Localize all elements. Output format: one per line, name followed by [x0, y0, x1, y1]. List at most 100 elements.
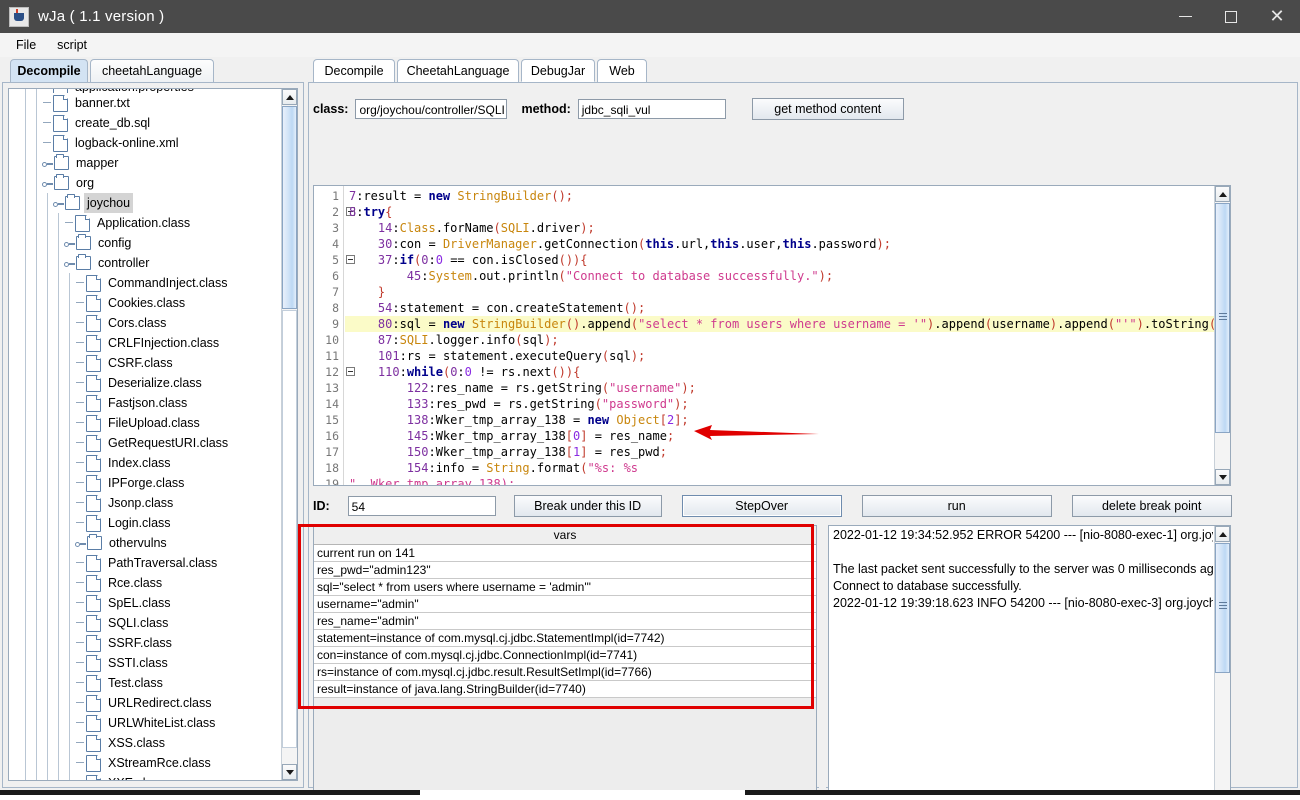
- maximize-button[interactable]: [1208, 0, 1254, 33]
- vars-row[interactable]: res_pwd="admin123": [314, 562, 816, 579]
- log-scroll-thumb[interactable]: [1215, 543, 1230, 673]
- run-button[interactable]: run: [862, 495, 1052, 517]
- vars-row[interactable]: username="admin": [314, 596, 816, 613]
- tree-node[interactable]: controller: [9, 253, 281, 273]
- tree-node[interactable]: SSRF.class: [9, 633, 281, 653]
- tab-decompile-left[interactable]: Decompile: [10, 59, 88, 82]
- file-tree[interactable]: application.propertiesbanner.txtcreate_d…: [8, 88, 298, 781]
- tree-node[interactable]: Cors.class: [9, 313, 281, 333]
- code-editor[interactable]: 12345678910111213141516171819 7:result =…: [313, 185, 1231, 486]
- tree-node[interactable]: mapper: [9, 153, 281, 173]
- log-scroll-up-icon[interactable]: [1215, 526, 1230, 542]
- menu-item-script[interactable]: script: [48, 36, 96, 54]
- tree-indent: [20, 713, 31, 733]
- log-panel[interactable]: 2022-01-12 19:34:52.952 ERROR 54200 --- …: [828, 525, 1231, 800]
- tree-expand-icon[interactable]: [64, 258, 75, 269]
- tree-node[interactable]: SpEL.class: [9, 593, 281, 613]
- tree-node[interactable]: CSRF.class: [9, 353, 281, 373]
- tree-node[interactable]: Rce.class: [9, 573, 281, 593]
- tree-node[interactable]: banner.txt: [9, 93, 281, 113]
- tree-indent: [20, 473, 31, 493]
- vars-row[interactable]: statement=instance of com.mysql.cj.jdbc.…: [314, 630, 816, 647]
- tab-cheetahlanguage-left[interactable]: cheetahLanguage: [90, 59, 214, 82]
- scroll-up-icon[interactable]: [282, 89, 297, 105]
- tree-node[interactable]: CRLFInjection.class: [9, 333, 281, 353]
- tree-node[interactable]: create_db.sql: [9, 113, 281, 133]
- tree-node[interactable]: XStreamRce.class: [9, 753, 281, 773]
- code-scroll-down-icon[interactable]: [1215, 469, 1230, 485]
- vars-row[interactable]: con=instance of com.mysql.cj.jdbc.Connec…: [314, 647, 816, 664]
- tree-expand-icon[interactable]: [75, 538, 86, 549]
- tree-node[interactable]: CommandInject.class: [9, 273, 281, 293]
- tree-node[interactable]: Fastjson.class: [9, 393, 281, 413]
- vars-panel[interactable]: vars current run on 141res_pwd="admin123…: [313, 525, 817, 800]
- vertical-splitter[interactable]: [819, 520, 826, 800]
- tab-debugjar[interactable]: DebugJar: [521, 59, 595, 82]
- code-vertical-scrollbar[interactable]: [1214, 186, 1230, 485]
- tree-node[interactable]: Test.class: [9, 673, 281, 693]
- tree-node[interactable]: Deserialize.class: [9, 373, 281, 393]
- file-tree-scrollbar[interactable]: [281, 89, 297, 780]
- scroll-down-icon[interactable]: [282, 764, 297, 780]
- vars-row[interactable]: sql="select * from users where username …: [314, 579, 816, 596]
- vars-list[interactable]: current run on 141res_pwd="admin123"sql=…: [314, 545, 816, 698]
- tree-node[interactable]: URLWhiteList.class: [9, 713, 281, 733]
- tab-cheetahlanguage-right[interactable]: CheetahLanguage: [397, 59, 519, 82]
- tree-node[interactable]: PathTraversal.class: [9, 553, 281, 573]
- close-button[interactable]: ✕: [1254, 0, 1300, 33]
- tab-decompile-right[interactable]: Decompile: [313, 59, 395, 82]
- tree-node[interactable]: Cookies.class: [9, 293, 281, 313]
- tree-expand-icon[interactable]: [42, 158, 53, 169]
- code-scroll-up-icon[interactable]: [1215, 186, 1230, 202]
- file-tree-scroll-thumb[interactable]: [282, 106, 297, 309]
- stepover-button[interactable]: StepOver: [682, 495, 842, 517]
- tree-node[interactable]: Login.class: [9, 513, 281, 533]
- tree-node[interactable]: GetRequestURI.class: [9, 433, 281, 453]
- file-icon: [86, 615, 101, 632]
- tree-node[interactable]: FileUpload.class: [9, 413, 281, 433]
- tree-expand-icon[interactable]: [64, 238, 75, 249]
- tree-indent: [9, 533, 20, 553]
- tree-node[interactable]: org: [9, 173, 281, 193]
- tree-indent: [53, 433, 64, 453]
- tree-branch-line: [75, 653, 86, 673]
- tree-node[interactable]: IPForge.class: [9, 473, 281, 493]
- code-scroll-thumb[interactable]: [1215, 203, 1230, 433]
- tree-node[interactable]: SSTI.class: [9, 653, 281, 673]
- tree-node[interactable]: URLRedirect.class: [9, 693, 281, 713]
- tree-node[interactable]: joychou: [9, 193, 281, 213]
- tree-indent: [31, 133, 42, 153]
- tree-node[interactable]: XXE.class: [9, 773, 281, 780]
- vars-row[interactable]: res_name="admin": [314, 613, 816, 630]
- tree-node[interactable]: logback-online.xml: [9, 133, 281, 153]
- tree-node[interactable]: SQLI.class: [9, 613, 281, 633]
- delete-break-point-button[interactable]: delete break point: [1072, 495, 1232, 517]
- tree-node[interactable]: othervulns: [9, 533, 281, 553]
- method-input[interactable]: jdbc_sqli_vul: [578, 99, 726, 119]
- file-tree-scroll-track-lower[interactable]: [282, 310, 297, 748]
- vars-row[interactable]: current run on 141: [314, 545, 816, 562]
- id-input[interactable]: 54: [348, 496, 496, 516]
- tree-node[interactable]: Jsonp.class: [9, 493, 281, 513]
- log-text[interactable]: 2022-01-12 19:34:52.952 ERROR 54200 --- …: [830, 527, 1213, 800]
- tree-node[interactable]: Application.class: [9, 213, 281, 233]
- tree-expand-icon[interactable]: [53, 198, 64, 209]
- tree-indent: [42, 433, 53, 453]
- tree-node[interactable]: XSS.class: [9, 733, 281, 753]
- minimize-button[interactable]: [1162, 0, 1208, 33]
- class-input[interactable]: org/joychou/controller/SQLI: [355, 99, 507, 119]
- get-method-content-button[interactable]: get method content: [752, 98, 904, 120]
- vars-row[interactable]: result=instance of java.lang.StringBuild…: [314, 681, 816, 698]
- tree-node[interactable]: config: [9, 233, 281, 253]
- menu-item-file[interactable]: File: [7, 36, 45, 54]
- code-content[interactable]: 7:result = new StringBuilder();8:try{ 14…: [345, 188, 1214, 485]
- tree-node[interactable]: Index.class: [9, 453, 281, 473]
- log-vertical-scrollbar[interactable]: [1214, 526, 1230, 800]
- tree-indent: [9, 213, 20, 233]
- tab-web[interactable]: Web: [597, 59, 647, 82]
- break-under-id-button[interactable]: Break under this ID: [514, 495, 662, 517]
- tree-node-label: Fastjson.class: [105, 393, 190, 413]
- tree-indent: [31, 173, 42, 193]
- tree-expand-icon[interactable]: [42, 178, 53, 189]
- vars-row[interactable]: rs=instance of com.mysql.cj.jdbc.result.…: [314, 664, 816, 681]
